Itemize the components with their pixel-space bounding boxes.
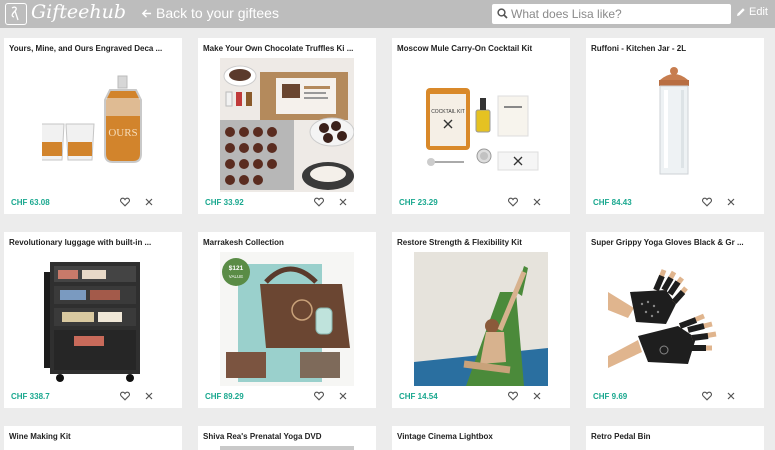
product-title: Revolutionary luggage with built-in ... — [9, 238, 152, 247]
product-title: Wine Making Kit — [9, 432, 71, 441]
arrow-left-icon — [141, 8, 152, 18]
product-title: Ruffoni - Kitchen Jar - 2L — [591, 44, 687, 53]
product-price: CHF 14.54 — [399, 392, 438, 401]
product-card[interactable]: Marrakesh Collection $121 VALUE CHF 89.2… — [198, 232, 376, 408]
product-card[interactable]: Revolutionary luggage with built-in ... … — [4, 232, 182, 408]
decanter-engraving: OURS — [108, 127, 137, 139]
heart-icon[interactable] — [120, 391, 130, 401]
value-badge-amount: $121 — [229, 265, 244, 272]
top-bar: Gifteehub Back to your giftees Edit — [0, 0, 775, 28]
value-badge-label: VALUE — [229, 274, 243, 279]
product-card[interactable]: Shiva Rea's Prenatal Yoga DVD — [198, 426, 376, 450]
pencil-icon — [737, 8, 745, 16]
product-card[interactable]: Ruffoni - Kitchen Jar - 2L CHF 84.43 — [586, 38, 764, 214]
search-input[interactable] — [511, 5, 726, 23]
product-card[interactable]: Wine Making Kit — [4, 426, 182, 450]
kit-label: COCKTAIL KIT — [431, 109, 465, 115]
close-icon[interactable] — [339, 198, 347, 206]
product-image-truffles — [220, 58, 354, 192]
close-icon[interactable] — [145, 392, 153, 400]
heart-icon[interactable] — [702, 391, 712, 401]
product-price: CHF 33.92 — [205, 198, 244, 207]
product-price: CHF 84.43 — [593, 198, 632, 207]
search-icon — [497, 8, 508, 19]
product-image-marrakesh: $121 VALUE — [220, 252, 354, 386]
product-price: CHF 23.29 — [399, 198, 438, 207]
product-card[interactable]: Restore Strength & Flexibility Kit CHF 1… — [392, 232, 570, 408]
product-card[interactable]: Super Grippy Yoga Gloves Black & Gr ... … — [586, 232, 764, 408]
product-image-cocktail-kit: COCKTAIL KIT — [414, 58, 548, 192]
close-icon[interactable] — [145, 198, 153, 206]
product-card[interactable]: Yours, Mine, and Ours Engraved Deca ... … — [4, 38, 182, 214]
product-price: CHF 89.29 — [205, 392, 244, 401]
product-card[interactable]: Make Your Own Chocolate Truffles Ki ... — [198, 38, 376, 214]
product-price: CHF 9.69 — [593, 392, 628, 401]
heart-icon[interactable] — [314, 197, 324, 207]
product-image-luggage — [42, 252, 176, 386]
product-image-yoga-kit — [414, 252, 548, 386]
product-card[interactable]: Retro Pedal Bin — [586, 426, 764, 450]
product-title: Marrakesh Collection — [203, 238, 284, 247]
heart-icon[interactable] — [314, 391, 324, 401]
product-title: Retro Pedal Bin — [591, 432, 651, 441]
logo-icon[interactable] — [5, 3, 27, 25]
product-image-top — [220, 446, 354, 450]
product-title: Vintage Cinema Lightbox — [397, 432, 493, 441]
close-icon[interactable] — [533, 392, 541, 400]
product-card[interactable]: Vintage Cinema Lightbox — [392, 426, 570, 450]
back-label: Back to your giftees — [156, 5, 279, 21]
product-price: CHF 338.7 — [11, 392, 50, 401]
heart-icon[interactable] — [508, 197, 518, 207]
edit-button[interactable]: Edit — [736, 6, 768, 18]
product-image-kitchen-jar — [608, 58, 742, 192]
product-image-decanter: OURS — [42, 58, 176, 192]
product-title: Restore Strength & Flexibility Kit — [397, 238, 522, 247]
product-title: Shiva Rea's Prenatal Yoga DVD — [203, 432, 322, 441]
logo-text[interactable]: Gifteehub — [31, 1, 126, 23]
product-title: Make Your Own Chocolate Truffles Ki ... — [203, 44, 354, 53]
product-card[interactable]: Moscow Mule Carry-On Cocktail Kit COCKTA… — [392, 38, 570, 214]
heart-icon[interactable] — [508, 391, 518, 401]
close-icon[interactable] — [727, 392, 735, 400]
edit-label: Edit — [749, 6, 768, 18]
close-icon[interactable] — [339, 392, 347, 400]
product-title: Moscow Mule Carry-On Cocktail Kit — [397, 44, 533, 53]
heart-icon[interactable] — [702, 197, 712, 207]
search-box — [492, 4, 731, 24]
product-price: CHF 63.08 — [11, 198, 50, 207]
heart-icon[interactable] — [120, 197, 130, 207]
close-icon[interactable] — [727, 198, 735, 206]
product-title: Yours, Mine, and Ours Engraved Deca ... — [9, 44, 163, 53]
product-image-yoga-gloves — [608, 252, 742, 386]
product-title: Super Grippy Yoga Gloves Black & Gr ... — [591, 238, 744, 247]
back-to-giftees-link[interactable]: Back to your giftees — [141, 5, 279, 21]
close-icon[interactable] — [533, 198, 541, 206]
